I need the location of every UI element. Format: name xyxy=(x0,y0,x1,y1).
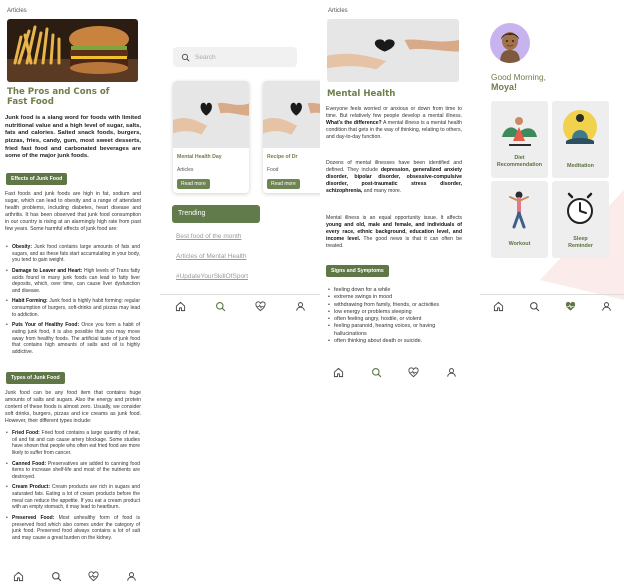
home-icon[interactable] xyxy=(13,571,24,582)
trending-tab[interactable]: Trending xyxy=(172,205,260,223)
search-placeholder: Search xyxy=(195,53,216,61)
list-item: feeling down for a while xyxy=(328,287,462,295)
heart-pulse-icon[interactable] xyxy=(408,367,419,378)
symptoms-list: feeling down for a while extreme swings … xyxy=(328,287,462,346)
article-paragraph: Mental illness is an equal opportunity i… xyxy=(326,215,462,249)
profile-icon[interactable] xyxy=(295,301,306,312)
section-heading-symptoms: Signs and Symptoms xyxy=(326,265,389,277)
hand-heart-image xyxy=(327,19,459,82)
list-item: extreme swings in mood xyxy=(328,294,462,302)
nav-divider xyxy=(160,294,320,295)
profile-icon[interactable] xyxy=(601,301,612,312)
bottom-nav xyxy=(160,298,320,314)
sleep-reminder-icon xyxy=(567,192,593,224)
diet-icon xyxy=(502,117,537,146)
tile-label: Workout xyxy=(508,241,531,247)
article-paragraph: Dozens of mental illnesses have been ide… xyxy=(326,160,462,194)
list-item: Obesity: Junk food contains large amount… xyxy=(6,244,140,264)
hand-heart-image xyxy=(263,81,320,148)
article-title: Mental Health xyxy=(327,89,396,99)
meditation-tile[interactable]: Meditation xyxy=(552,101,609,178)
heart-pulse-icon[interactable] xyxy=(255,301,266,312)
avatar[interactable] xyxy=(490,23,530,63)
bottom-nav xyxy=(320,364,470,380)
search-icon[interactable] xyxy=(215,301,226,312)
nav-divider xyxy=(480,294,624,295)
list-item: Canned Food: Preservatives are added to … xyxy=(6,461,140,481)
read-more-button[interactable]: Read more xyxy=(267,179,300,189)
workout-tile[interactable]: Workout xyxy=(491,181,548,258)
heart-pulse-icon[interactable] xyxy=(565,301,576,312)
home-screen: Good Morning, Moya! Diet Recommendation … xyxy=(480,0,624,586)
list-item: Habit Forming: Junk food is highly habit… xyxy=(6,298,140,318)
greeting: Good Morning, xyxy=(491,72,546,82)
search-icon[interactable] xyxy=(529,301,540,312)
trending-link[interactable]: Articles of Mental Health xyxy=(176,253,246,260)
home-icon[interactable] xyxy=(493,301,504,312)
junk-food-article-screen: Articles The Pros and Cons of Fast Food … xyxy=(0,0,160,586)
hand-heart-image xyxy=(173,81,249,148)
burger-fries-image xyxy=(7,19,138,82)
workout-icon xyxy=(509,191,529,229)
card-category: Food xyxy=(267,167,279,173)
article-card[interactable]: Mental Health Day Articles Read more xyxy=(173,81,249,193)
breadcrumb[interactable]: Articles xyxy=(328,8,348,14)
article-title: The Pros and Cons of Fast Food xyxy=(7,87,110,107)
list-item: withdrawing from family, friends, or act… xyxy=(328,302,462,310)
search-icon[interactable] xyxy=(371,367,382,378)
user-name: Moya! xyxy=(491,82,518,92)
home-icon[interactable] xyxy=(175,301,186,312)
list-item: Cream Product: Cream products are rich i… xyxy=(6,484,140,511)
list-item: often feeling angry, hostile, or violent xyxy=(328,316,462,324)
list-item: Fried Food: Fried food contains a large … xyxy=(6,430,140,457)
read-more-button[interactable]: Read more xyxy=(177,179,210,189)
card-title: Mental Health Day xyxy=(177,154,222,160)
tile-label: Diet Recommendation xyxy=(496,155,543,169)
effects-intro: Fast foods and junk foods are high in fa… xyxy=(5,191,141,232)
home-icon[interactable] xyxy=(333,367,344,378)
list-item: feeling paranoid, hearing voices, or hav… xyxy=(328,323,462,338)
effects-list: Obesity: Junk food contains large amount… xyxy=(6,244,140,360)
types-list: Fried Food: Fried food contains a large … xyxy=(6,430,140,546)
breadcrumb[interactable]: Articles xyxy=(7,8,27,14)
card-category: Articles xyxy=(177,167,194,173)
trending-link[interactable]: #UpdateYourSkillOfSport xyxy=(176,273,248,280)
list-item: Preserved Food: Most unhealthy form of f… xyxy=(6,515,140,542)
mental-health-article-screen: Articles Mental Health Everyone feels wo… xyxy=(320,0,480,586)
meditation-icon xyxy=(563,110,597,144)
bottom-nav xyxy=(0,568,150,584)
bottom-nav xyxy=(480,298,624,314)
search-icon xyxy=(181,53,190,62)
article-intro: Junk food is a slang word for foods with… xyxy=(5,115,141,160)
card-title: Recipe of Dr xyxy=(267,154,298,160)
article-paragraph: Everyone feels worried or anxious or dow… xyxy=(326,106,463,140)
diet-recommendation-tile[interactable]: Diet Recommendation xyxy=(491,101,548,178)
explore-screen: Search Mental Health Day Articles Read m… xyxy=(160,0,320,586)
section-heading-effects: Effects of Junk Food xyxy=(6,173,68,185)
sleep-reminder-tile[interactable]: Sleep Reminder xyxy=(552,181,609,258)
heart-pulse-icon[interactable] xyxy=(88,571,99,582)
tile-label: Meditation xyxy=(567,163,594,169)
profile-icon[interactable] xyxy=(446,367,457,378)
tile-label: Sleep Reminder xyxy=(568,236,593,250)
types-intro: Junk food can be any food item that cont… xyxy=(5,390,141,424)
list-item: Damage to Leaver and Heart: High levels … xyxy=(6,268,140,295)
list-item: Puts Your of Healthy Food: Once you form… xyxy=(6,322,140,355)
search-input[interactable]: Search xyxy=(173,47,297,67)
search-icon[interactable] xyxy=(51,571,62,582)
profile-icon[interactable] xyxy=(126,571,137,582)
list-item: often thinking about death or suicide. xyxy=(328,338,462,346)
list-item: low energy or problems sleeping xyxy=(328,309,462,317)
recipe-card[interactable]: Recipe of Dr Food Read more xyxy=(263,81,320,193)
trending-link[interactable]: Best food of the month xyxy=(176,233,241,240)
section-heading-types: Types of Junk Food xyxy=(6,372,65,384)
